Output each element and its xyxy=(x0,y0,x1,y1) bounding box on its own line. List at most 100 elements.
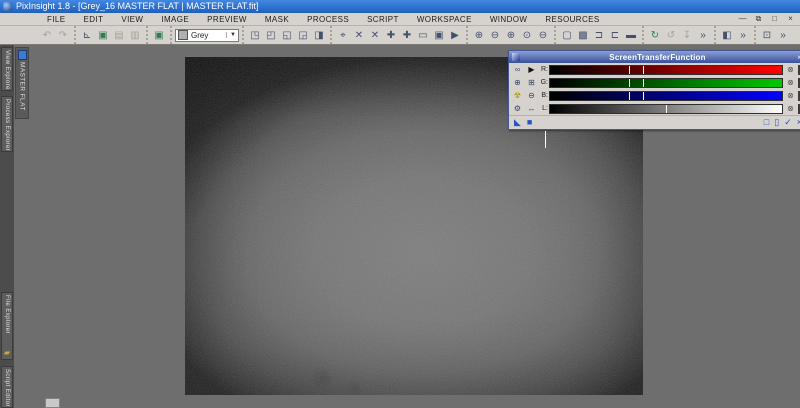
stf-marker[interactable] xyxy=(628,65,630,74)
menu-preview[interactable]: PREVIEW xyxy=(198,15,256,24)
link-rgb-icon[interactable]: ∞ xyxy=(511,64,524,75)
menu-edit[interactable]: EDIT xyxy=(75,15,113,24)
apply-stf-icon[interactable]: ▣ xyxy=(151,28,167,43)
menubar: FILE EDIT VIEW IMAGE PREVIEW MASK PROCESS SCRIP… xyxy=(0,13,800,26)
preview-mode-icon[interactable]: ◰ xyxy=(263,28,279,43)
restore-icon[interactable]: ⧉ xyxy=(754,13,763,25)
update-view-icon[interactable]: ↻ xyxy=(647,28,663,43)
image-window-tab[interactable]: MASTER FLAT xyxy=(15,47,29,119)
define-preview-icon[interactable]: ▢ xyxy=(559,28,575,43)
iconize-image-icon[interactable]: ▥ xyxy=(127,28,143,43)
stf-gradient-slider-r[interactable] xyxy=(549,64,783,75)
reset-channel-icon[interactable]: ⊗ xyxy=(784,104,797,113)
mask-selection-icon[interactable]: ▬ xyxy=(623,28,639,43)
toolbar-group: ⊾ ▣ ▤ ▥ xyxy=(74,26,146,44)
zoom-in-icon[interactable]: ⊕ xyxy=(471,28,487,43)
chevron-down-icon: ▼ xyxy=(226,32,236,38)
colorspace-select[interactable]: Grey ▼ xyxy=(175,28,239,42)
zoom-fit-icon[interactable]: ⊖ xyxy=(535,28,551,43)
redo-icon[interactable]: ↷ xyxy=(55,28,71,43)
edit-preview-icon[interactable]: ◱ xyxy=(279,28,295,43)
menu-file[interactable]: FILE xyxy=(38,15,75,24)
track-view-toggle-icon[interactable]: ■ xyxy=(527,117,532,127)
zoom-11-icon[interactable]: ⊙ xyxy=(519,28,535,43)
stf-marker[interactable] xyxy=(628,78,630,87)
close-icon[interactable]: × xyxy=(786,13,795,25)
stf-close-icon[interactable]: × xyxy=(795,53,800,62)
sidebar-tab-script-editor[interactable]: Script Editor▰ xyxy=(1,366,13,408)
maximize-icon[interactable]: □ xyxy=(770,13,779,25)
preview-from-selection-icon[interactable]: ▩ xyxy=(575,28,591,43)
update-all-icon[interactable]: ↧ xyxy=(679,28,695,43)
reset-button-icon[interactable]: □ xyxy=(764,117,769,127)
titlebar: PixInsight 1.8 - [Grey_16 MASTER FLAT | … xyxy=(0,0,800,13)
fit-view-icon[interactable]: ⊾ xyxy=(79,28,95,43)
delete-preview-icon[interactable]: ◲ xyxy=(295,28,311,43)
iconized-window-icon[interactable] xyxy=(45,398,60,408)
dynamic-view-icon[interactable]: ▣ xyxy=(431,28,447,43)
zoom-in-mode-icon[interactable]: ⊕ xyxy=(503,28,519,43)
menu-view[interactable]: VIEW xyxy=(112,15,152,24)
zoom-selection-icon[interactable]: ⊞ xyxy=(525,77,538,88)
new-image-icon[interactable]: ▣ xyxy=(95,28,111,43)
toolbar-group: ▣ xyxy=(146,26,170,44)
settings-wrench-icon[interactable]: ⚙ xyxy=(511,103,524,114)
update-previews-icon[interactable]: ↺ xyxy=(663,28,679,43)
contract-mode-icon[interactable]: ✕ xyxy=(367,28,383,43)
stf-marker[interactable] xyxy=(642,78,644,87)
sidebar-tab-view-explorer[interactable]: View Explorer■ xyxy=(1,47,13,91)
sidebar-tab-file-explorer[interactable]: File Explorer ▰ xyxy=(1,292,13,360)
menu-mask[interactable]: MASK xyxy=(256,15,298,24)
menu-script[interactable]: SCRIPT xyxy=(358,15,408,24)
new-instance-doc-icon[interactable]: ▯ xyxy=(774,117,779,127)
minimize-icon[interactable]: — xyxy=(738,13,747,25)
reset-channel-icon[interactable]: ⊗ xyxy=(784,65,797,74)
duplicate-image-icon[interactable]: ▤ xyxy=(111,28,127,43)
vertical-profile-icon[interactable]: ⊏ xyxy=(607,28,623,43)
stf-marker[interactable] xyxy=(642,91,644,100)
sidebar-tab-process-explorer[interactable]: Process Explorer⚙ xyxy=(1,96,13,152)
stf-channel-row-b: ☢ ⊖ B: ⊗ xyxy=(509,89,800,102)
zoom-out-icon[interactable]: ⊖ xyxy=(525,90,538,101)
auto-stretch-icon[interactable]: ☢ xyxy=(511,90,524,101)
menu-image[interactable]: IMAGE xyxy=(152,15,198,24)
undo-icon[interactable]: ↶ xyxy=(39,28,55,43)
stf-marker[interactable] xyxy=(666,104,667,113)
zoom-in-icon[interactable]: ⊕ xyxy=(511,77,524,88)
scroll-mode-icon[interactable]: ✚ xyxy=(399,28,415,43)
menu-process[interactable]: PROCESS xyxy=(298,15,358,24)
sidebar-tab-label: Script Editor xyxy=(4,369,10,407)
new-preview-mode-icon[interactable]: ▭ xyxy=(415,28,431,43)
overflow-chevron-icon[interactable]: » xyxy=(695,28,711,43)
stf-gradient-slider-b[interactable] xyxy=(549,90,783,101)
stf-gradient-slider-g[interactable] xyxy=(549,77,783,88)
overflow-chevron-icon[interactable]: » xyxy=(735,28,751,43)
new-preview-icon[interactable]: ◳ xyxy=(247,28,263,43)
shadows-range-icon[interactable]: ↔ xyxy=(525,103,538,114)
new-instance-drag-icon[interactable]: ◣ xyxy=(514,117,521,127)
toolbar-group: ↻ ↺ ↧» xyxy=(642,26,714,44)
reset-channel-icon[interactable]: ⊗ xyxy=(784,78,797,87)
menu-window[interactable]: WINDOW xyxy=(481,15,537,24)
select-mode-icon[interactable]: ▶ xyxy=(447,28,463,43)
stf-marker[interactable] xyxy=(642,65,644,74)
readout-mode-icon[interactable]: ⌖ xyxy=(335,28,351,43)
toolbar: ↶ ↷ ⊾ ▣ ▤ ▥ ▣ Grey ▼ ◳ ◰ ◱ ◲ ◨ ⌖ ✕ ✕ ✚ ✚ ▭ ▣ ▶ ⊕ ⊖ ⊕ ⊙ ⊖ ▢ ▩ ⊐ ⊏ ▬ ↻ ↺ ↧» ◧… xyxy=(0,26,800,45)
edit-mode-pointer-icon[interactable]: ▶ xyxy=(525,64,538,75)
screen-icon[interactable]: ⊡ xyxy=(759,28,775,43)
stf-marker[interactable] xyxy=(628,91,630,100)
background-toggle-icon[interactable]: ◧ xyxy=(719,28,735,43)
stf-channel-rows: ∞ ▶ R: ⊗ ⊕ ⊞ G: ⊗ ☢ ⊖ B: ⊗ ⚙ ↔ L: ⊗ xyxy=(509,63,800,115)
preview-properties-icon[interactable]: ◨ xyxy=(311,28,327,43)
overflow-chevron-icon[interactable]: » xyxy=(775,28,791,43)
menu-workspace[interactable]: WORKSPACE xyxy=(408,15,481,24)
pan-mode-icon[interactable]: ✚ xyxy=(383,28,399,43)
zoom-out-icon[interactable]: ⊖ xyxy=(487,28,503,43)
horizontal-profile-icon[interactable]: ⊐ xyxy=(591,28,607,43)
stf-titlebar[interactable]: ScreenTransferFunction × xyxy=(509,51,800,63)
stf-gradient-slider-l[interactable] xyxy=(549,103,783,114)
expand-mode-icon[interactable]: ✕ xyxy=(351,28,367,43)
menu-resources[interactable]: RESOURCES xyxy=(536,15,608,24)
apply-check-icon[interactable]: ✓ xyxy=(784,117,792,127)
reset-channel-icon[interactable]: ⊗ xyxy=(784,91,797,100)
